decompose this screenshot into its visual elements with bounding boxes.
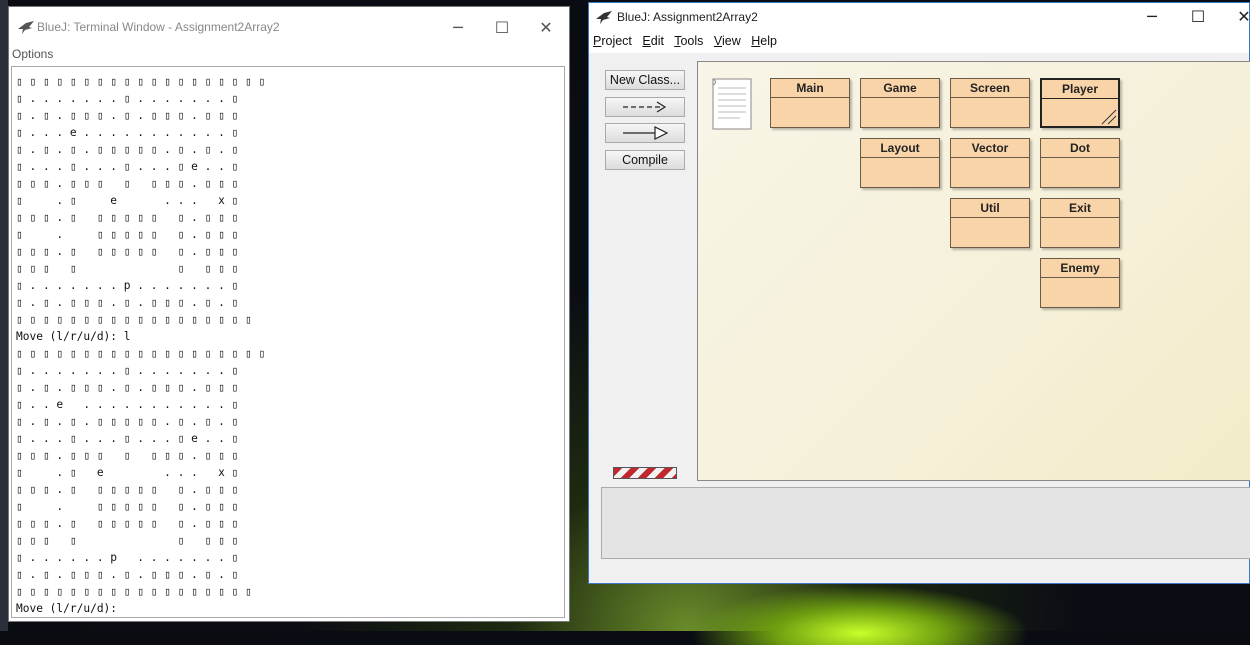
bluej-bird-icon xyxy=(18,21,34,34)
terminal-menubar: Options xyxy=(9,47,569,65)
class-game[interactable]: Game xyxy=(860,78,940,128)
bluej-bird-icon xyxy=(596,11,612,24)
class-name: Main xyxy=(771,79,849,98)
bluej-titlebar[interactable]: BlueJ: Assignment2Array2 ─ ☐ ✕ xyxy=(589,3,1250,31)
class-name: Enemy xyxy=(1041,259,1119,278)
resize-handle-icon[interactable] xyxy=(1098,106,1118,126)
maximize-icon[interactable]: ☐ xyxy=(1183,6,1213,28)
menu-tools[interactable]: Tools xyxy=(674,34,703,48)
terminal-output-area[interactable]: ▯ ▯ ▯ ▯ ▯ ▯ ▯ ▯ ▯ ▯ ▯ ▯ ▯ ▯ ▯ ▯ ▯ ▯ ▯ ▯ … xyxy=(11,66,565,618)
bluej-menubar: Project Edit Tools View Help xyxy=(589,31,1249,53)
inheritance-arrow-button[interactable] xyxy=(605,123,685,143)
class-name: Exit xyxy=(1041,199,1119,218)
class-layout[interactable]: Layout xyxy=(860,138,940,188)
class-dot[interactable]: Dot xyxy=(1040,138,1120,188)
minimize-icon[interactable]: ─ xyxy=(1137,6,1167,28)
new-class-button[interactable]: New Class... xyxy=(605,70,685,90)
class-name: Game xyxy=(861,79,939,98)
class-enemy[interactable]: Enemy xyxy=(1040,258,1120,308)
class-name: Dot xyxy=(1041,139,1119,158)
terminal-window: BlueJ: Terminal Window - Assignment2Arra… xyxy=(8,6,570,622)
class-name: Util xyxy=(951,199,1029,218)
class-exit[interactable]: Exit xyxy=(1040,198,1120,248)
menu-project[interactable]: Project xyxy=(593,34,632,48)
readme-document-icon[interactable] xyxy=(710,76,754,132)
terminal-titlebar[interactable]: BlueJ: Terminal Window - Assignment2Arra… xyxy=(9,7,569,47)
class-name: Screen xyxy=(951,79,1029,98)
class-screen[interactable]: Screen xyxy=(950,78,1030,128)
menu-help[interactable]: Help xyxy=(751,34,777,48)
minimize-icon[interactable]: ─ xyxy=(443,17,473,39)
uses-arrow-button[interactable] xyxy=(605,97,685,117)
bluej-project-window: BlueJ: Assignment2Array2 ─ ☐ ✕ Project E… xyxy=(588,2,1250,584)
class-main[interactable]: Main xyxy=(770,78,850,128)
close-icon[interactable]: ✕ xyxy=(1229,6,1250,28)
class-player[interactable]: Player xyxy=(1040,78,1120,128)
machine-status-indicator[interactable] xyxy=(613,467,677,479)
desktop-wallpaper-glow xyxy=(690,585,1030,645)
arrow-icon xyxy=(623,101,667,113)
inheritance-arrow-icon xyxy=(623,126,669,140)
class-vector[interactable]: Vector xyxy=(950,138,1030,188)
menu-view[interactable]: View xyxy=(714,34,741,48)
maximize-icon[interactable]: ☐ xyxy=(487,17,517,39)
close-icon[interactable]: ✕ xyxy=(531,17,561,39)
class-name: Vector xyxy=(951,139,1029,158)
compile-button[interactable]: Compile xyxy=(605,150,685,170)
desktop-edge xyxy=(0,0,8,631)
menu-edit[interactable]: Edit xyxy=(642,34,664,48)
bluej-title: BlueJ: Assignment2Array2 xyxy=(617,10,758,24)
status-message-area xyxy=(601,487,1250,559)
class-name: Layout xyxy=(861,139,939,158)
class-diagram-canvas[interactable]: Main Game Screen Player Layout Vector Do… xyxy=(697,61,1250,481)
menu-options[interactable]: Options xyxy=(12,47,53,61)
class-name: Player xyxy=(1042,80,1118,99)
class-util[interactable]: Util xyxy=(950,198,1030,248)
terminal-output-text: ▯ ▯ ▯ ▯ ▯ ▯ ▯ ▯ ▯ ▯ ▯ ▯ ▯ ▯ ▯ ▯ ▯ ▯ ▯ ▯ … xyxy=(16,75,266,615)
terminal-title: BlueJ: Terminal Window - Assignment2Arra… xyxy=(37,20,280,34)
